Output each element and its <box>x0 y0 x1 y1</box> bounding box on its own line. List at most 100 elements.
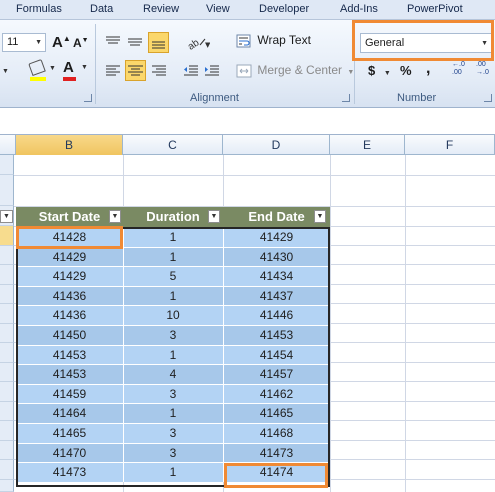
end-date-cell[interactable]: 41437 <box>223 286 330 305</box>
row-header[interactable] <box>0 324 14 343</box>
end-date-cell[interactable]: 41446 <box>223 305 330 324</box>
tab-formulas[interactable]: Formulas <box>16 3 62 15</box>
filter-dropdown-icon[interactable]: ▼ <box>208 210 220 223</box>
duration-cell[interactable]: 3 <box>123 423 223 442</box>
end-date-cell[interactable]: 41430 <box>223 247 330 266</box>
row-header[interactable] <box>0 421 14 441</box>
row-header-corner[interactable] <box>0 135 16 155</box>
align-bottom-button[interactable] <box>148 32 169 53</box>
tab-add-ins[interactable]: Add-Ins <box>340 3 378 15</box>
end-date-cell[interactable]: 41457 <box>223 364 330 383</box>
increase-indent-button[interactable] <box>203 62 221 80</box>
end-date-cell[interactable]: 41468 <box>223 423 330 442</box>
row-header[interactable] <box>0 343 14 363</box>
row-header[interactable] <box>0 363 14 382</box>
font-color-button[interactable]: A ▼ <box>63 59 88 81</box>
end-date-cell[interactable]: 41453 <box>223 325 330 344</box>
row-header[interactable] <box>0 460 14 480</box>
duration-cell[interactable]: 3 <box>123 384 223 403</box>
duration-cell[interactable]: 4 <box>123 364 223 383</box>
tab-developer[interactable]: Developer <box>259 3 309 15</box>
row-header[interactable] <box>0 155 14 175</box>
end-date-cell[interactable]: 41474 <box>223 462 330 481</box>
start-date-cell[interactable]: 41429 <box>16 266 123 285</box>
formula-bar[interactable] <box>0 108 495 135</box>
row-header[interactable] <box>0 175 14 206</box>
end-date-cell[interactable]: 41462 <box>223 384 330 403</box>
column-header-b[interactable]: B <box>16 135 123 155</box>
duration-cell[interactable]: 1 <box>123 286 223 305</box>
align-middle-button[interactable] <box>126 33 144 51</box>
row-header[interactable] <box>0 441 14 460</box>
font-size-select[interactable]: 11 ▼ <box>2 33 46 52</box>
alignment-dialog-launcher-icon[interactable] <box>342 94 350 102</box>
decrease-indent-button[interactable] <box>182 62 200 80</box>
start-date-cell[interactable]: 41436 <box>16 305 123 324</box>
start-date-cell[interactable]: 41453 <box>16 364 123 383</box>
tab-review[interactable]: Review <box>143 3 179 15</box>
start-date-cell[interactable]: 41464 <box>16 403 123 422</box>
end-date-cell[interactable]: 41454 <box>223 345 330 364</box>
align-left-button[interactable] <box>104 62 122 80</box>
duration-cell[interactable]: 1 <box>123 403 223 422</box>
row-header[interactable] <box>0 265 14 285</box>
row-header[interactable] <box>0 382 14 402</box>
grow-font-button[interactable]: A▲ <box>52 34 71 51</box>
row-header[interactable] <box>0 402 14 421</box>
start-date-cell[interactable]: 41450 <box>16 325 123 344</box>
comma-style-button[interactable]: , <box>426 60 430 78</box>
start-date-cell[interactable]: 41428 <box>16 227 123 246</box>
end-date-cell[interactable]: 41429 <box>223 227 330 246</box>
tab-powerpivot[interactable]: PowerPivot <box>407 3 463 15</box>
start-date-cell[interactable]: 41453 <box>16 345 123 364</box>
duration-cell[interactable]: 5 <box>123 266 223 285</box>
row-header[interactable] <box>0 480 14 492</box>
start-date-cell[interactable]: 41465 <box>16 423 123 442</box>
merge-center-button[interactable]: Merge & Center ▼ <box>236 63 354 78</box>
font-dialog-launcher-icon[interactable] <box>84 94 92 102</box>
start-date-cell[interactable]: 41470 <box>16 443 123 462</box>
start-date-cell[interactable]: 41473 <box>16 462 123 481</box>
increase-decimal-button[interactable]: ←.0 .00 <box>452 61 472 77</box>
number-format-select[interactable]: General ▼ <box>360 33 492 53</box>
column-header-e[interactable]: E <box>330 135 405 155</box>
end-date-cell[interactable]: 41434 <box>223 266 330 285</box>
table-header-start-date[interactable]: Start Date <box>16 207 123 227</box>
duration-cell[interactable]: 10 <box>123 305 223 324</box>
align-top-button[interactable] <box>104 33 122 51</box>
accounting-format-button[interactable]: $ ▼ <box>368 63 391 78</box>
wrap-text-button[interactable]: Wrap Text <box>236 33 311 49</box>
decrease-decimal-button[interactable]: .00 →.0 <box>476 61 495 77</box>
duration-cell[interactable]: 1 <box>123 462 223 481</box>
tab-view[interactable]: View <box>206 3 230 15</box>
duration-cell[interactable]: 3 <box>123 325 223 344</box>
row-header[interactable] <box>0 285 14 304</box>
align-right-button[interactable] <box>150 62 168 80</box>
percent-style-button[interactable]: % <box>400 63 412 78</box>
end-date-cell[interactable]: 41473 <box>223 443 330 462</box>
row-header[interactable] <box>0 304 14 324</box>
border-dropdown-button[interactable]: ▼ <box>2 64 9 76</box>
column-header-f[interactable]: F <box>405 135 495 155</box>
align-center-button[interactable] <box>125 60 146 81</box>
duration-cell[interactable]: 1 <box>123 227 223 246</box>
start-date-cell[interactable]: 41436 <box>16 286 123 305</box>
end-date-cell[interactable]: 41465 <box>223 403 330 422</box>
orientation-button[interactable]: ab ▼ <box>186 33 211 53</box>
duration-cell[interactable]: 1 <box>123 247 223 266</box>
start-date-cell[interactable]: 41459 <box>16 384 123 403</box>
duration-cell[interactable]: 3 <box>123 443 223 462</box>
shrink-font-button[interactable]: A▼ <box>73 36 89 50</box>
filter-dropdown-icon[interactable]: ▼ <box>0 210 13 223</box>
start-date-cell[interactable]: 41429 <box>16 247 123 266</box>
filter-dropdown-icon[interactable]: ▼ <box>109 210 121 223</box>
duration-cell[interactable]: 1 <box>123 345 223 364</box>
number-dialog-launcher-icon[interactable] <box>484 94 492 102</box>
column-header-c[interactable]: C <box>123 135 223 155</box>
filter-dropdown-icon[interactable]: ▼ <box>314 210 326 223</box>
row-header[interactable] <box>0 226 14 246</box>
fill-color-button[interactable]: ▼ <box>28 58 56 81</box>
tab-data[interactable]: Data <box>90 3 113 15</box>
column-header-d[interactable]: D <box>223 135 330 155</box>
row-header[interactable] <box>0 246 14 265</box>
